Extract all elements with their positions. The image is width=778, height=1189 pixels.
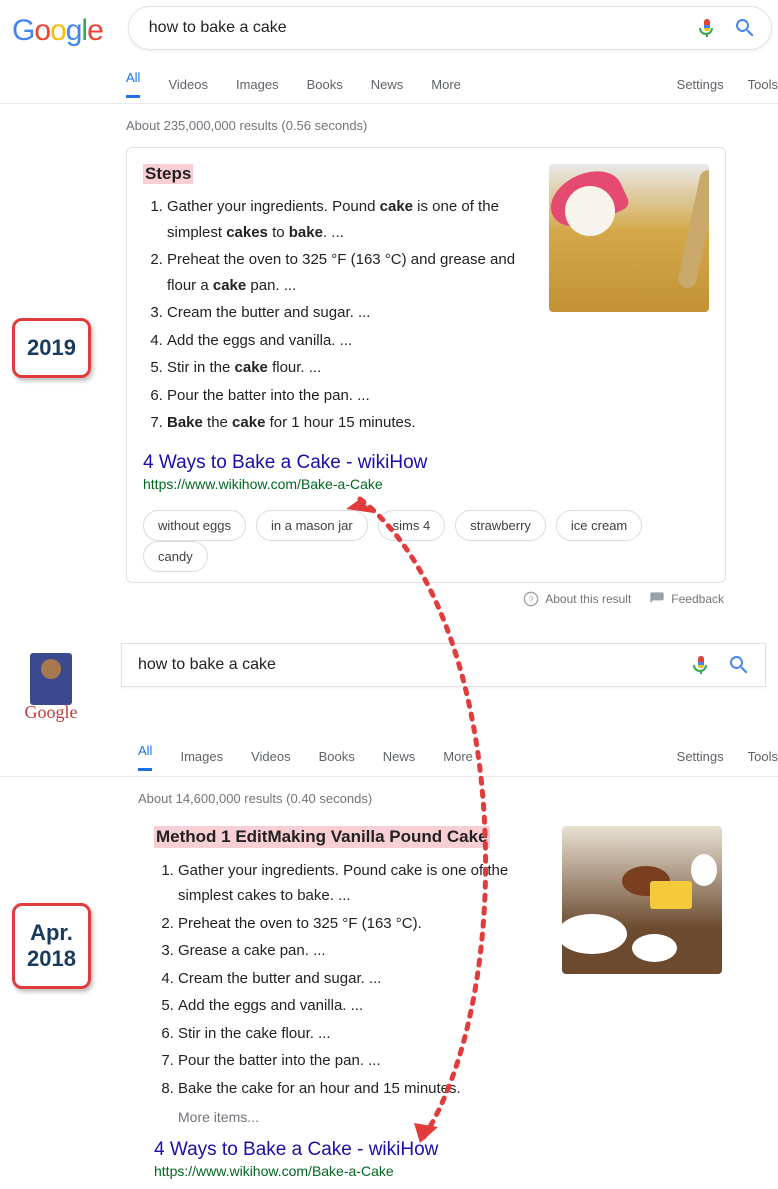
chip[interactable]: ice cream: [556, 510, 642, 541]
result-url: https://www.wikihow.com/Bake-a-Cake: [143, 476, 709, 492]
step-item: Stir in the cake flour. ...: [167, 355, 533, 381]
help-icon: ?: [523, 591, 539, 607]
featured-snippet: Method 1 EditMaking Vanilla Pound Cake G…: [138, 820, 738, 1189]
search-input[interactable]: [138, 656, 675, 674]
serp-2018: Google All Images Videos Books News More…: [0, 637, 778, 1189]
featured-snippet: Steps Gather your ingredients. Pound cak…: [126, 147, 726, 583]
tab-all[interactable]: All: [126, 70, 140, 98]
avatar-icon: [30, 653, 72, 705]
tab-books[interactable]: Books: [319, 749, 355, 764]
step-item: Add the eggs and vanilla. ...: [167, 328, 533, 354]
tab-videos[interactable]: Videos: [251, 749, 291, 764]
step-item: Bake the cake for 1 hour 15 minutes.: [167, 410, 533, 436]
tab-more[interactable]: More: [443, 749, 473, 764]
snippet-footer: ? About this result Feedback: [126, 583, 726, 615]
snippet-heading: Steps: [143, 164, 193, 184]
result-title-link[interactable]: 4 Ways to Bake a Cake - wikiHow: [143, 452, 709, 474]
related-chips: without eggs in a mason jar sims 4 strawber…: [143, 510, 709, 572]
search-icon[interactable]: [727, 653, 751, 677]
chip[interactable]: candy: [143, 541, 208, 572]
doodle-text: Google: [6, 702, 96, 723]
snippet-image[interactable]: [549, 164, 709, 312]
chip[interactable]: strawberry: [455, 510, 546, 541]
step-item: Pour the batter into the pan. ...: [178, 1048, 546, 1074]
tab-all[interactable]: All: [138, 743, 152, 771]
nav-tabs: All Videos Images Books News More Settin…: [126, 64, 778, 104]
search-icon[interactable]: [733, 16, 757, 40]
tab-books[interactable]: Books: [307, 77, 343, 92]
google-doodle-logo[interactable]: Google: [6, 643, 96, 723]
result-stats: About 14,600,000 results (0.40 seconds): [138, 777, 778, 820]
search-box[interactable]: [121, 643, 766, 687]
tab-videos[interactable]: Videos: [168, 77, 208, 92]
tab-images[interactable]: Images: [180, 749, 223, 764]
mic-icon[interactable]: [695, 16, 719, 40]
google-logo[interactable]: Google: [6, 6, 103, 48]
step-list: Gather your ingredients. Pound cake is o…: [154, 858, 546, 1102]
step-item: Stir in the cake flour. ...: [178, 1021, 546, 1047]
about-result[interactable]: ? About this result: [523, 591, 631, 607]
year-badge-2019: 2019: [12, 318, 91, 378]
nav-tabs: All Images Videos Books News More Settin…: [138, 737, 778, 777]
serp-2019: Google All Videos Images Books News More…: [0, 0, 778, 615]
search-box[interactable]: [128, 6, 772, 50]
result-title-link[interactable]: 4 Ways to Bake a Cake - wikiHow: [154, 1139, 722, 1161]
chip[interactable]: without eggs: [143, 510, 246, 541]
step-item: Bake the cake for an hour and 15 minutes…: [178, 1076, 546, 1102]
chip[interactable]: in a mason jar: [256, 510, 368, 541]
tools-link[interactable]: Tools: [748, 749, 778, 764]
tab-images[interactable]: Images: [236, 77, 279, 92]
tab-news[interactable]: News: [383, 749, 416, 764]
step-item: Preheat the oven to 325 °F (163 °C) and …: [167, 247, 533, 298]
feedback-icon: [649, 591, 665, 607]
chip[interactable]: sims 4: [378, 510, 446, 541]
step-item: Pour the batter into the pan. ...: [167, 383, 533, 409]
step-item: Gather your ingredients. Pound cake is o…: [167, 194, 533, 245]
step-item: Cream the butter and sugar. ...: [178, 966, 546, 992]
step-item: Add the eggs and vanilla. ...: [178, 993, 546, 1019]
search-input[interactable]: [149, 19, 681, 37]
step-item: Preheat the oven to 325 °F (163 °C).: [178, 911, 546, 937]
tools-link[interactable]: Tools: [748, 77, 778, 92]
snippet-image[interactable]: [562, 826, 722, 974]
snippet-heading: Method 1 EditMaking Vanilla Pound Cake: [154, 826, 490, 848]
more-items[interactable]: More items...: [178, 1109, 546, 1125]
feedback-link[interactable]: Feedback: [649, 591, 724, 607]
settings-link[interactable]: Settings: [677, 77, 724, 92]
tab-news[interactable]: News: [371, 77, 404, 92]
step-list: Gather your ingredients. Pound cake is o…: [143, 194, 533, 436]
settings-link[interactable]: Settings: [677, 749, 724, 764]
step-item: Cream the butter and sugar. ...: [167, 300, 533, 326]
year-badge-2018: Apr.2018: [12, 903, 91, 989]
mic-icon[interactable]: [689, 653, 713, 677]
result-url: https://www.wikihow.com/Bake-a-Cake: [154, 1163, 722, 1179]
step-item: Grease a cake pan. ...: [178, 938, 546, 964]
tab-more[interactable]: More: [431, 77, 461, 92]
result-stats: About 235,000,000 results (0.56 seconds): [126, 104, 778, 147]
svg-text:?: ?: [529, 594, 534, 604]
step-item: Gather your ingredients. Pound cake is o…: [178, 858, 546, 909]
